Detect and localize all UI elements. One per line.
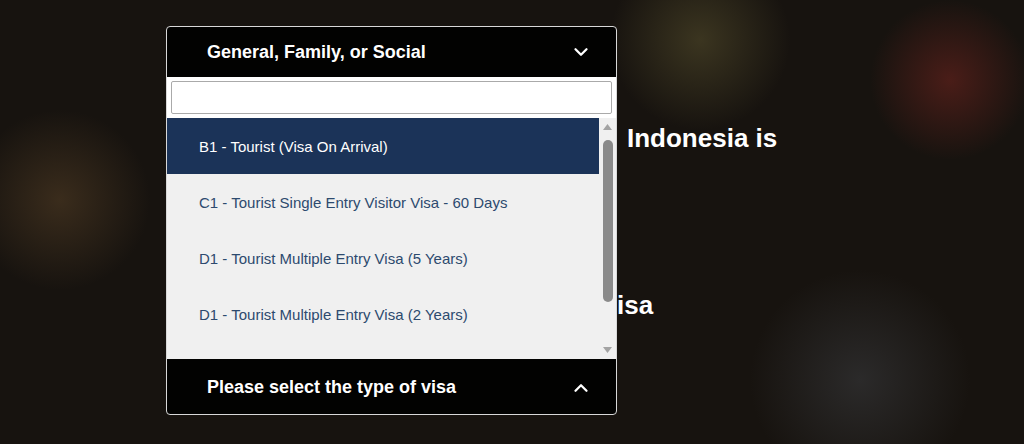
visa-category-menu: B1 - Tourist (Visa On Arrival)C1 - Touri…: [167, 77, 616, 359]
chevron-icon: [570, 41, 592, 63]
option-item[interactable]: C1 - Tourist Single Entry Visitor Visa -…: [167, 174, 599, 230]
option-item[interactable]: B1 - Tourist (Visa On Arrival): [167, 118, 599, 174]
visa-category-value: General, Family, or Social: [207, 42, 426, 63]
scroll-down-icon[interactable]: [603, 347, 612, 353]
scroll-thumb[interactable]: [603, 140, 613, 302]
scrollbar[interactable]: [599, 118, 616, 359]
scroll-up-icon[interactable]: [603, 124, 612, 130]
visa-type-select[interactable]: Please select the type of visa: [167, 359, 616, 415]
chevron-icon: [570, 377, 592, 399]
option-item[interactable]: D1 - Tourist Multiple Entry Visa (5 Year…: [167, 230, 599, 286]
visa-form: General, Family, or Social B1 - Tourist (…: [166, 26, 617, 415]
scroll-up[interactable]: [603, 120, 612, 134]
search-input[interactable]: [171, 81, 612, 114]
page: Indonesia isisaGeneral, Family, or Socia…: [0, 0, 1024, 444]
option-list: B1 - Tourist (Visa On Arrival)C1 - Touri…: [167, 118, 599, 359]
visa-type-placeholder: Please select the type of visa: [207, 377, 456, 398]
option-list-area: B1 - Tourist (Visa On Arrival)C1 - Touri…: [167, 118, 616, 359]
visa-category-select[interactable]: General, Family, or Social: [167, 27, 616, 77]
scroll-track[interactable]: [599, 134, 616, 343]
option-item[interactable]: D1 - Tourist Multiple Entry Visa (2 Year…: [167, 286, 599, 342]
scroll-down[interactable]: [603, 343, 612, 357]
